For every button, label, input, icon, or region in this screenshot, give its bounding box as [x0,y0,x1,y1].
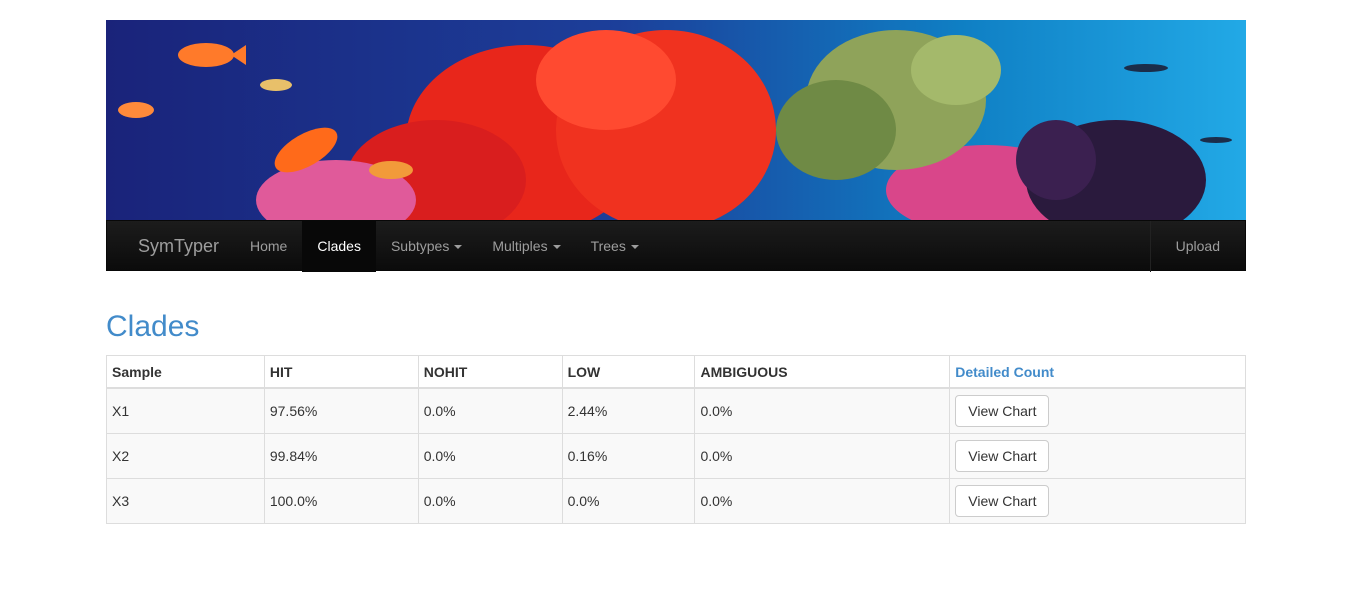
view-chart-button[interactable]: View Chart [955,440,1050,472]
cell-low: 0.16% [561,433,696,479]
nav-menu: Home Clades Subtypes Multiples Trees [235,221,654,272]
cell-action: View Chart [949,387,1246,434]
cell-sample: X2 [106,433,265,479]
clades-table: Sample HIT NOHIT LOW AMBIGUOUS Detailed … [106,355,1246,524]
cell-ambiguous: 0.0% [694,387,951,434]
page-title: Clades [106,310,200,343]
coral-reef-banner-image [106,20,1246,220]
chevron-down-icon [552,245,561,250]
nav-item-label: Subtypes [390,238,450,254]
brand-link[interactable]: SymTyper [138,221,219,272]
nav-item-trees[interactable]: Trees [576,221,654,272]
cell-ambiguous: 0.0% [694,478,951,524]
table-header-row: Sample HIT NOHIT LOW AMBIGUOUS Detailed … [106,355,1246,389]
nav-item-upload[interactable]: Upload [1149,221,1245,272]
cell-action: View Chart [949,478,1246,524]
nav-item-label: Home [250,238,288,254]
cell-nohit: 0.0% [417,433,563,479]
nav-item-clades[interactable]: Clades [302,221,376,272]
view-chart-button[interactable]: View Chart [955,395,1050,427]
top-navbar: SymTyper Home Clades Subtypes Multiples … [106,220,1246,272]
column-header-sample: Sample [106,355,265,389]
column-header-nohit: NOHIT [417,355,563,389]
column-header-ambiguous: AMBIGUOUS [694,355,951,389]
nav-item-label: Multiples [492,238,548,254]
table-row: X2 99.84% 0.0% 0.16% 0.0% View Chart [106,433,1246,479]
chevron-down-icon [454,245,463,250]
cell-hit: 100.0% [263,478,419,524]
cell-sample: X1 [106,387,265,434]
nav-item-multiples[interactable]: Multiples [477,221,575,272]
column-header-low: LOW [561,355,696,389]
view-chart-button[interactable]: View Chart [955,485,1050,517]
cell-low: 0.0% [561,478,696,524]
nav-item-label: Trees [590,238,626,254]
detailed-count-link[interactable]: Detailed Count [949,355,1246,389]
table-row: X1 97.56% 0.0% 2.44% 0.0% View Chart [106,387,1246,434]
cell-nohit: 0.0% [417,387,563,434]
cell-hit: 99.84% [263,433,419,479]
table-row: X3 100.0% 0.0% 0.0% 0.0% View Chart [106,478,1246,524]
cell-hit: 97.56% [263,387,419,434]
page-container: SymTyper Home Clades Subtypes Multiples … [106,20,1246,524]
chevron-down-icon [630,245,639,250]
nav-item-subtypes[interactable]: Subtypes [376,221,477,272]
cell-action: View Chart [949,433,1246,479]
cell-sample: X3 [106,478,265,524]
nav-item-label: Clades [317,238,361,254]
cell-ambiguous: 0.0% [694,433,951,479]
cell-low: 2.44% [561,387,696,434]
nav-item-label: Upload [1175,238,1220,254]
nav-item-home[interactable]: Home [235,221,302,272]
cell-nohit: 0.0% [417,478,563,524]
column-header-hit: HIT [263,355,419,389]
